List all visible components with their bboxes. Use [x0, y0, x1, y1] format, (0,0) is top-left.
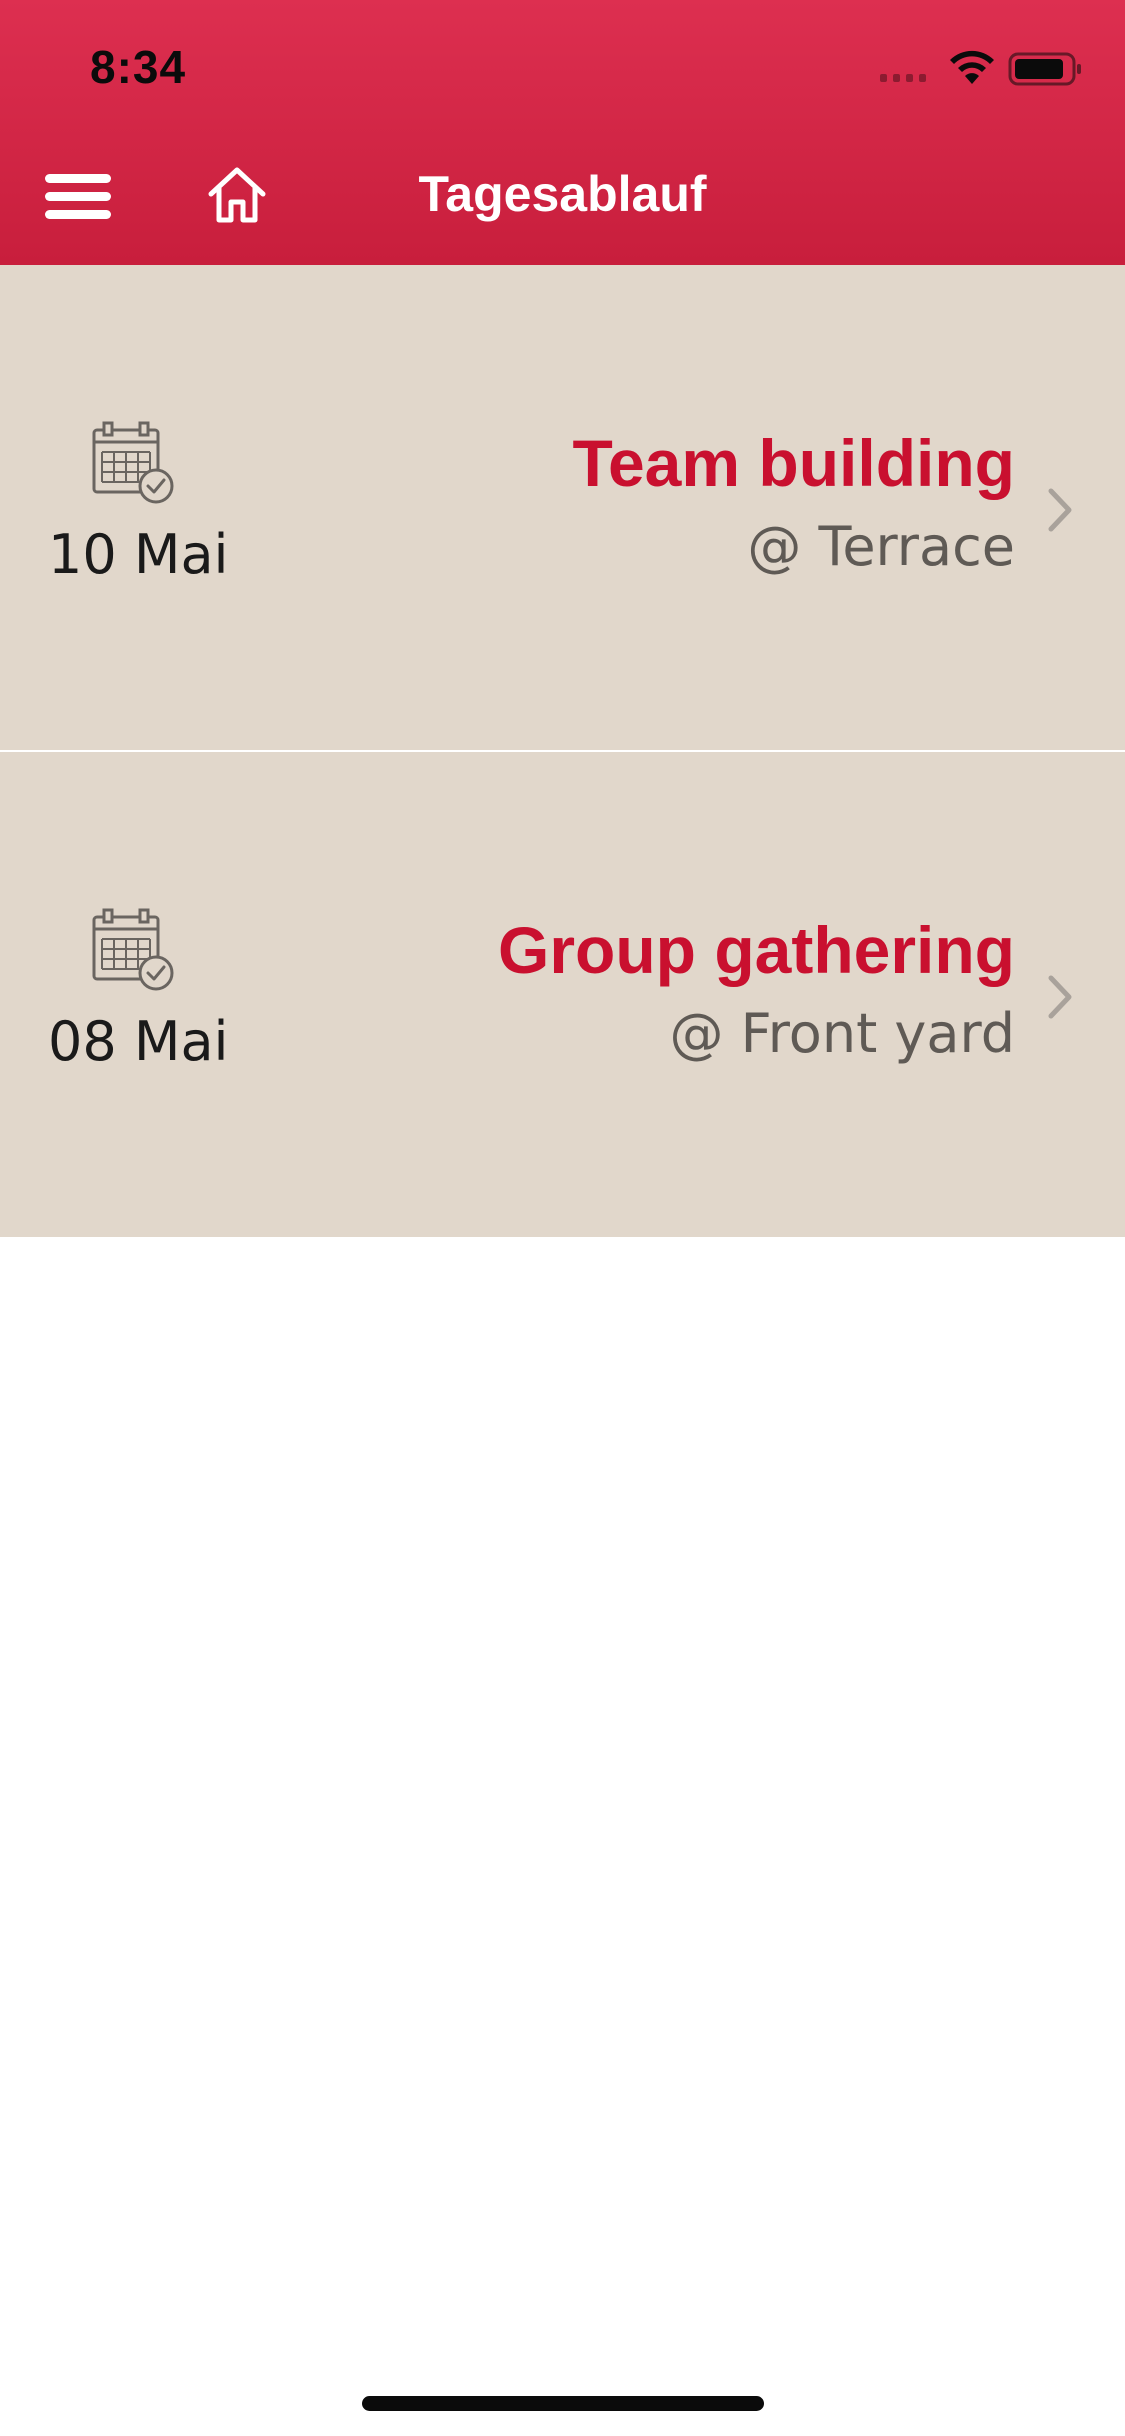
event-title: Group gathering [498, 913, 1015, 987]
event-title: Team building [572, 426, 1015, 500]
cellular-signal-icon [880, 74, 926, 82]
event-location: @ Terrace [747, 515, 1015, 578]
chevron-right-icon [1048, 975, 1072, 1019]
calendar-check-icon [92, 421, 174, 504]
wifi-icon [950, 50, 994, 84]
page-title: Tagesablauf [418, 166, 707, 222]
home-indicator[interactable] [362, 2396, 764, 2411]
status-time: 8:34 [90, 41, 187, 93]
event-row-group-gathering[interactable]: 08 Mai Group gathering @ Front yard [0, 752, 1125, 1237]
event-date: 08 Mai [48, 1010, 229, 1073]
battery-icon [1008, 52, 1081, 86]
chevron-right-icon [1048, 488, 1072, 532]
calendar-check-icon [92, 908, 174, 991]
nav-header: 8:34 Tagesablauf [0, 0, 1125, 265]
event-list: 10 Mai Team building @ Terrace 08 Mai Gr… [0, 265, 1125, 1237]
event-location: @ Front yard [669, 1002, 1016, 1065]
event-row-team-building[interactable]: 10 Mai Team building @ Terrace [0, 265, 1125, 750]
event-date: 10 Mai [48, 523, 229, 586]
